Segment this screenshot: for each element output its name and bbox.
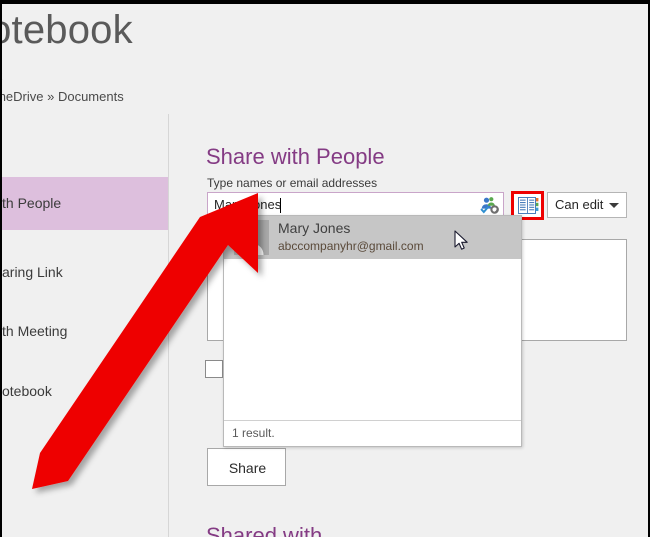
recipient-field-label: Type names or email addresses [207, 176, 378, 190]
shared-with-heading: Shared with [206, 523, 323, 537]
onenote-backstage-share-screen: Notebook book 's OneDrive » Documents th… [0, 0, 650, 537]
text-caret [280, 198, 281, 213]
sidebar-item-label: otebook [2, 383, 52, 399]
list-item[interactable]: Mary Jones abccompanyhr@gmail.com [224, 216, 521, 259]
sidebar-divider [168, 114, 169, 537]
breadcrumb-line-1: book [2, 68, 3, 83]
sidebar-item-label: th Meeting [2, 323, 68, 339]
check-names-icon[interactable] [480, 196, 500, 215]
mouse-pointer-icon [454, 230, 470, 252]
sidebar-item-move-notebook[interactable]: otebook [2, 379, 168, 404]
permission-dropdown-value: Can edit [555, 197, 604, 212]
sidebar-item-label: aring Link [2, 264, 63, 280]
autocomplete-footer: 1 result. [224, 420, 521, 446]
share-button[interactable]: Share [207, 448, 286, 486]
share-button-label: Share [228, 460, 267, 476]
person-avatar-icon [234, 220, 269, 255]
address-book-icon[interactable] [518, 197, 539, 214]
recipient-input-value: Mary Jones [214, 197, 282, 212]
sidebar-item-share-with-meeting[interactable]: th Meeting [2, 319, 168, 344]
require-signin-checkbox[interactable] [205, 360, 223, 378]
result-count-label: 1 result. [232, 426, 275, 440]
pane-title: Share with People [206, 144, 385, 169]
suggestion-email: abccompanyhr@gmail.com [278, 239, 424, 253]
permission-dropdown[interactable]: Can edit [547, 192, 627, 218]
breadcrumb-line-2: 's OneDrive » Documents [2, 89, 124, 104]
chevron-down-icon [609, 203, 619, 208]
sidebar-item-share-with-people[interactable]: th People [2, 177, 168, 230]
suggestion-name: Mary Jones [278, 220, 351, 236]
autocomplete-dropdown: Mary Jones abccompanyhr@gmail.com 1 resu… [223, 215, 522, 447]
sidebar-item-get-sharing-link[interactable]: aring Link [2, 260, 168, 285]
page-title: Notebook [2, 8, 133, 52]
sidebar: th People aring Link th Meeting otebook [2, 114, 168, 537]
sidebar-item-label: th People [2, 195, 62, 211]
